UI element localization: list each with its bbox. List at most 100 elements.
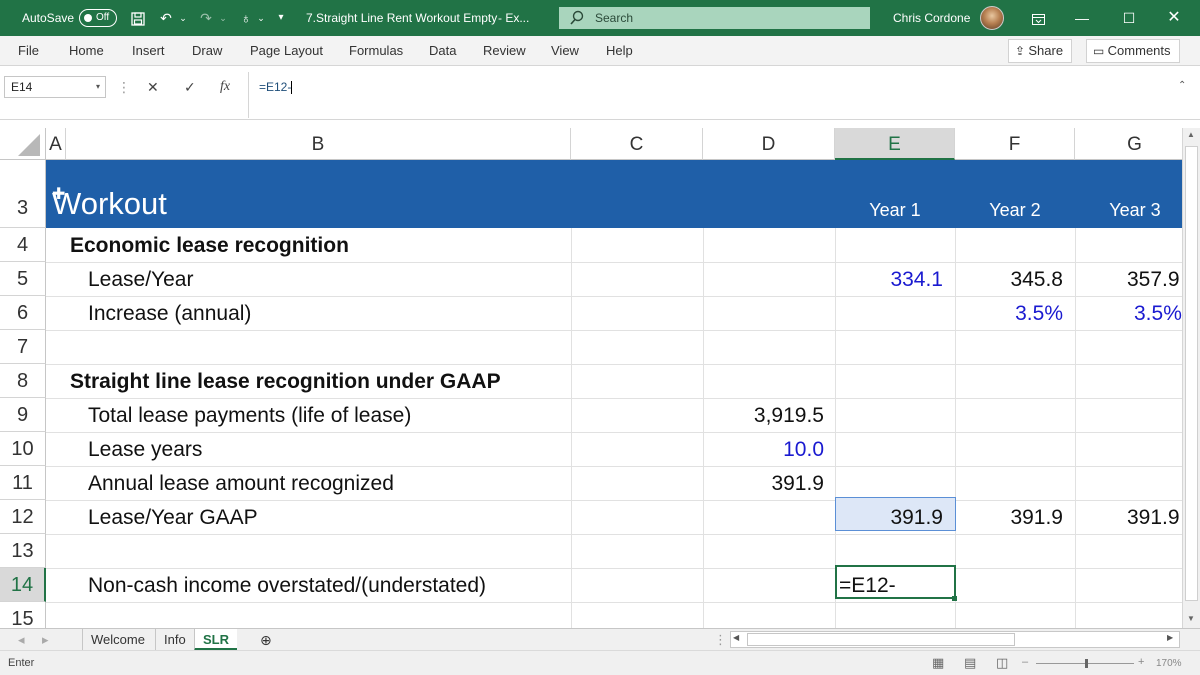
lease-years-label[interactable]: Lease years xyxy=(88,438,202,462)
header-title[interactable]: Workout xyxy=(52,186,167,222)
row-header-8[interactable]: 8 xyxy=(0,364,46,398)
sheet-tab-slr[interactable]: SLR xyxy=(194,629,237,651)
select-all-corner[interactable] xyxy=(0,128,46,160)
fill-handle[interactable] xyxy=(952,596,957,601)
row-header-9[interactable]: 9 xyxy=(0,398,46,432)
tab-view[interactable]: View xyxy=(551,36,579,66)
save-icon[interactable] xyxy=(128,0,148,36)
year-header-2[interactable]: Year 2 xyxy=(955,200,1075,221)
scroll-down-icon[interactable]: ▼ xyxy=(1187,614,1195,623)
lease-year-y3[interactable]: 357.9 xyxy=(1127,268,1180,292)
row-header-13[interactable]: 13 xyxy=(0,534,46,568)
close-icon[interactable]: ✕ xyxy=(1162,0,1186,36)
active-cell-editing[interactable]: =E12- xyxy=(839,574,896,598)
maximize-icon[interactable]: ☐ xyxy=(1117,0,1141,36)
section-title-gaap[interactable]: Straight line lease recognition under GA… xyxy=(70,370,501,394)
name-box[interactable]: E14 ▾ xyxy=(4,76,106,98)
customize-toolbar-icon[interactable]: ▾ xyxy=(274,0,288,36)
vertical-scroll-thumb[interactable] xyxy=(1185,146,1198,601)
increase-y2[interactable]: 3.5% xyxy=(955,302,1063,326)
tab-page-layout[interactable]: Page Layout xyxy=(250,36,323,66)
tab-review[interactable]: Review xyxy=(483,36,526,66)
formula-input[interactable]: =E12- xyxy=(248,72,1170,118)
name-box-dropdown-icon[interactable]: ▾ xyxy=(96,77,100,97)
column-header-g[interactable]: G xyxy=(1075,128,1182,160)
column-header-b[interactable]: B xyxy=(66,128,571,160)
row-header-6[interactable]: 6 xyxy=(0,296,46,330)
zoom-in-icon[interactable]: + xyxy=(1138,656,1144,668)
comments-button[interactable]: ▭ Comments xyxy=(1086,39,1180,63)
scroll-left-icon[interactable]: ◀ xyxy=(733,633,739,642)
tab-insert[interactable]: Insert xyxy=(132,36,165,66)
row-header-10[interactable]: 10 xyxy=(0,432,46,466)
minimize-icon[interactable]: — xyxy=(1070,0,1094,36)
row-header-14[interactable]: 14 xyxy=(0,568,46,602)
tab-draw[interactable]: Draw xyxy=(192,36,222,66)
worksheet-grid[interactable]: A B C D E F G 3 4 5 6 7 8 9 10 11 12 13 … xyxy=(0,128,1182,628)
column-header-f[interactable]: F xyxy=(955,128,1075,160)
sheet-tab-info[interactable]: Info xyxy=(155,629,194,651)
gaap-y2[interactable]: 391.9 xyxy=(955,506,1063,530)
year-header-1[interactable]: Year 1 xyxy=(835,200,955,221)
zoom-out-icon[interactable]: – xyxy=(1022,656,1028,668)
tab-file[interactable]: File xyxy=(18,36,39,66)
row-header-5[interactable]: 5 xyxy=(0,262,46,296)
confirm-entry-icon[interactable]: ✓ xyxy=(184,76,196,98)
row-header-7[interactable]: 7 xyxy=(0,330,46,364)
zoom-slider-thumb[interactable] xyxy=(1085,659,1088,668)
column-header-d[interactable]: D xyxy=(703,128,835,160)
prev-sheet-icon[interactable]: ◂ xyxy=(10,629,33,651)
avatar[interactable] xyxy=(980,6,1004,30)
annual-amount-label[interactable]: Annual lease amount recognized xyxy=(88,472,394,496)
next-sheet-icon[interactable]: ▸ xyxy=(34,629,57,651)
increase-label[interactable]: Increase (annual) xyxy=(88,302,251,326)
column-header-e[interactable]: E xyxy=(835,128,955,160)
tab-home[interactable]: Home xyxy=(69,36,104,66)
scroll-right-icon[interactable]: ▶ xyxy=(1167,633,1173,642)
lease-year-y1[interactable]: 334.1 xyxy=(835,268,943,292)
ribbon-display-icon[interactable] xyxy=(1026,0,1050,36)
tab-data[interactable]: Data xyxy=(429,36,456,66)
gaap-y1[interactable]: 391.9 xyxy=(835,506,943,530)
tab-formulas[interactable]: Formulas xyxy=(349,36,403,66)
format-painter-icon[interactable]: ♁ xyxy=(236,0,256,36)
row-header-12[interactable]: 12 xyxy=(0,500,46,534)
tab-help[interactable]: Help xyxy=(606,36,633,66)
year-header-3[interactable]: Year 3 xyxy=(1075,200,1182,221)
gaap-label[interactable]: Lease/Year GAAP xyxy=(88,506,258,530)
row-header-3[interactable]: 3 xyxy=(0,160,46,228)
vertical-scrollbar[interactable]: ▲ ▼ xyxy=(1182,128,1200,628)
zoom-level[interactable]: 170% xyxy=(1156,658,1182,669)
gaap-y3[interactable]: 391.9 xyxy=(1127,506,1180,530)
total-payments-value[interactable]: 3,919.5 xyxy=(703,404,824,428)
add-sheet-icon[interactable]: ⊕ xyxy=(252,629,280,651)
increase-y3[interactable]: 3.5% xyxy=(1134,302,1182,326)
insert-function-icon[interactable]: fx xyxy=(220,76,230,98)
undo-icon[interactable]: ↶ xyxy=(156,0,176,36)
row-header-11[interactable]: 11 xyxy=(0,466,46,500)
row-header-4[interactable]: 4 xyxy=(0,228,46,262)
total-payments-label[interactable]: Total lease payments (life of lease) xyxy=(88,404,411,428)
section-title-economic[interactable]: Economic lease recognition xyxy=(70,234,349,258)
scroll-up-icon[interactable]: ▲ xyxy=(1187,130,1195,139)
row-header-15[interactable]: 15 xyxy=(0,602,46,628)
autosave-toggle[interactable]: Off xyxy=(79,9,117,27)
redo-icon[interactable]: ↷ xyxy=(196,0,216,36)
drag-handle-icon[interactable]: ⋮ xyxy=(117,76,131,98)
column-header-a[interactable]: A xyxy=(46,128,66,160)
horizontal-scroll-thumb[interactable] xyxy=(747,633,1015,646)
page-layout-view-icon[interactable]: ▤ xyxy=(964,655,976,671)
sheet-tab-welcome[interactable]: Welcome xyxy=(82,629,153,651)
noncash-label[interactable]: Non-cash income overstated/(understated) xyxy=(88,574,486,598)
lease-year-label[interactable]: Lease/Year xyxy=(88,268,193,292)
column-header-c[interactable]: C xyxy=(571,128,703,160)
normal-view-icon[interactable]: ▦ xyxy=(932,655,944,671)
search-box[interactable]: Search xyxy=(559,7,870,29)
lease-years-value[interactable]: 10.0 xyxy=(703,438,824,462)
painter-dropdown-icon[interactable]: ⌄ xyxy=(254,0,268,36)
undo-dropdown-icon[interactable]: ⌄ xyxy=(176,0,190,36)
redo-dropdown-icon[interactable]: ⌄ xyxy=(216,0,230,36)
horizontal-scrollbar[interactable]: ◀ ▶ xyxy=(730,631,1180,648)
annual-amount-value[interactable]: 391.9 xyxy=(703,472,824,496)
collapse-formula-bar-icon[interactable]: ⌃ xyxy=(1178,80,1186,91)
